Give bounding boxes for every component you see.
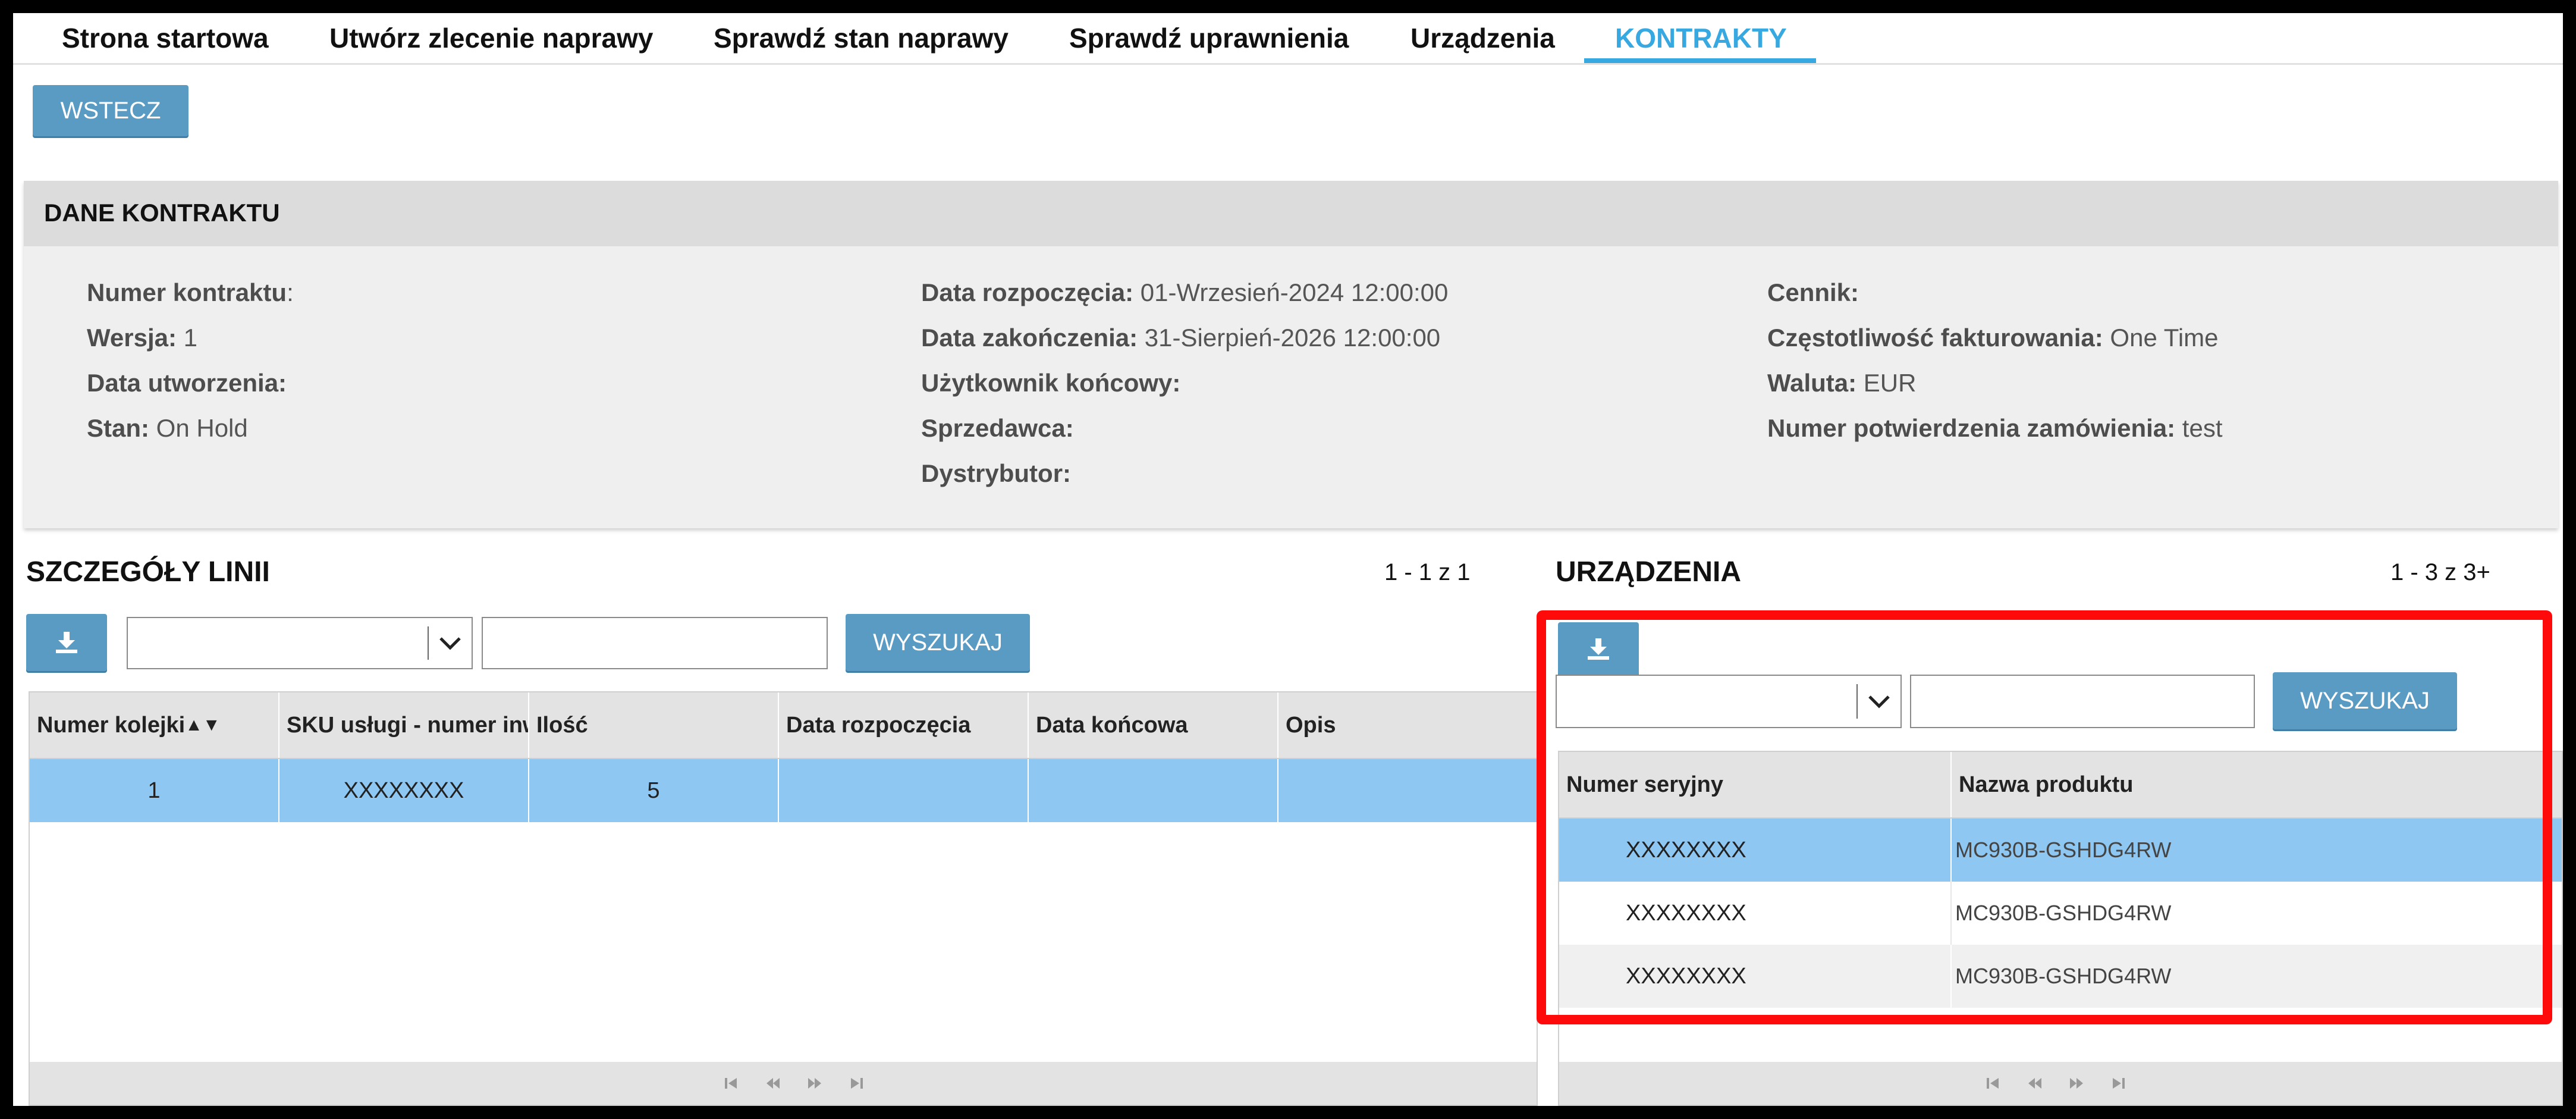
select-separator <box>428 626 429 660</box>
column-end-date[interactable]: Data końcowa <box>1029 692 1278 758</box>
field-label: Numer potwierdzenia zamówienia: <box>1767 414 2176 442</box>
tab-create-repair-order[interactable]: Utwórz zlecenie naprawy <box>329 17 654 59</box>
download-icon <box>56 632 77 653</box>
cell-queue-number: 1 <box>30 759 279 822</box>
line-details-grid: Numer kolejki ▲▼ SKU usługi - numer inw I… <box>29 691 1538 1106</box>
field-currency: Waluta: EUR <box>1767 369 1916 397</box>
line-details-search-input[interactable] <box>482 617 828 669</box>
field-label: Numer kontraktu <box>87 278 287 306</box>
back-button[interactable]: WSTECZ <box>33 85 189 136</box>
line-details-pager <box>30 1062 1537 1105</box>
line-details-filter-select[interactable] <box>127 617 473 669</box>
first-page-icon[interactable] <box>720 1062 743 1105</box>
table-row[interactable]: 1 XXXXXXXX 5 <box>30 759 1537 822</box>
highlight-annotation-box <box>1537 610 2552 1024</box>
sort-icon[interactable]: ▲▼ <box>185 715 220 735</box>
field-value: 01-Wrzesień-2024 12:00:00 <box>1133 278 1449 306</box>
field-created-date: Data utworzenia: <box>87 369 287 397</box>
field-label: Stan: <box>87 414 149 442</box>
field-label: Data utworzenia: <box>87 369 287 397</box>
field-value: One Time <box>2103 324 2219 352</box>
next-page-icon[interactable] <box>803 1062 827 1105</box>
tab-home[interactable]: Strona startowa <box>62 17 269 59</box>
field-end-user: Użytkownik końcowy: <box>921 369 1180 397</box>
field-label: Częstotliwość fakturowania: <box>1767 324 2103 352</box>
tab-devices[interactable]: Urządzenia <box>1410 17 1555 59</box>
line-details-title: SZCZEGÓŁY LINII <box>26 556 270 588</box>
tab-contracts[interactable]: KONTRAKTY <box>1615 17 1787 59</box>
line-details-download-button[interactable] <box>26 614 107 671</box>
field-start-date: Data rozpoczęcia: 01-Wrzesień-2024 12:00… <box>921 278 1448 307</box>
prev-page-icon[interactable] <box>2023 1062 2047 1105</box>
field-end-date: Data zakończenia: 31-Sierpień-2026 12:00… <box>921 324 1440 352</box>
field-label: Data rozpoczęcia: <box>921 278 1134 306</box>
last-page-icon[interactable] <box>2106 1062 2130 1105</box>
field-value: On Hold <box>149 414 248 442</box>
column-quantity[interactable]: Ilość <box>529 692 779 758</box>
next-page-icon[interactable] <box>2065 1062 2088 1105</box>
top-navigation: Strona startowa Utwórz zlecenie naprawy … <box>13 13 2563 65</box>
column-label: Numer kolejki <box>37 712 186 738</box>
contract-details-panel: DANE KONTRAKTU Numer kontraktu: Wersja: … <box>24 181 2558 528</box>
cell-quantity: 5 <box>529 759 779 822</box>
tab-entitlements[interactable]: Sprawdź uprawnienia <box>1069 17 1349 59</box>
line-details-pager-count: 1 - 1 z 1 <box>1384 559 1471 585</box>
field-label: Sprzedawca: <box>921 414 1074 442</box>
field-label: Cennik: <box>1767 278 1859 306</box>
field-label: Użytkownik końcowy: <box>921 369 1181 397</box>
tab-repair-status[interactable]: Sprawdź stan naprawy <box>714 17 1009 59</box>
field-version: Wersja: 1 <box>87 324 197 352</box>
column-start-date[interactable]: Data rozpoczęcia <box>779 692 1029 758</box>
field-value: EUR <box>1856 369 1917 397</box>
cell-end-date <box>1029 759 1278 822</box>
field-value: : <box>287 278 294 306</box>
field-distributor: Dystrybutor: <box>921 459 1071 488</box>
line-details-search-button[interactable]: WYSZUKAJ <box>846 614 1030 671</box>
field-value: 1 <box>176 324 197 352</box>
field-contract-number: Numer kontraktu: <box>87 278 294 307</box>
field-value: 31-Sierpień-2026 12:00:00 <box>1138 324 1441 352</box>
field-value: test <box>2175 414 2223 442</box>
column-queue-number[interactable]: Numer kolejki ▲▼ <box>30 692 279 758</box>
contract-details-title: DANE KONTRAKTU <box>44 199 280 227</box>
field-price-list: Cennik: <box>1767 278 1859 307</box>
line-details-grid-header: Numer kolejki ▲▼ SKU usługi - numer inw I… <box>30 692 1537 759</box>
field-order-confirmation: Numer potwierdzenia zamówienia: test <box>1767 414 2223 443</box>
column-description[interactable]: Opis <box>1278 692 1537 758</box>
contract-details-header: DANE KONTRAKTU <box>24 181 2558 246</box>
last-page-icon[interactable] <box>844 1062 868 1105</box>
devices-pager-count: 1 - 3 z 3+ <box>2390 559 2490 585</box>
field-seller: Sprzedawca: <box>921 414 1074 443</box>
devices-pager <box>1559 1062 2562 1105</box>
field-billing-frequency: Częstotliwość fakturowania: One Time <box>1767 324 2219 352</box>
field-label: Dystrybutor: <box>921 459 1072 487</box>
field-label: Data zakończenia: <box>921 324 1138 352</box>
field-status: Stan: On Hold <box>87 414 248 443</box>
cell-service-sku: XXXXXXXX <box>279 759 529 822</box>
chevron-down-icon <box>432 618 468 668</box>
field-label: Waluta: <box>1767 369 1857 397</box>
cell-description <box>1278 759 1537 822</box>
first-page-icon[interactable] <box>1981 1062 2005 1105</box>
cell-start-date <box>779 759 1029 822</box>
devices-title: URZĄDZENIA <box>1556 556 1741 588</box>
column-service-sku[interactable]: SKU usługi - numer inw <box>279 692 529 758</box>
field-label: Wersja: <box>87 324 177 352</box>
prev-page-icon[interactable] <box>761 1062 785 1105</box>
active-tab-indicator <box>1584 58 1816 63</box>
